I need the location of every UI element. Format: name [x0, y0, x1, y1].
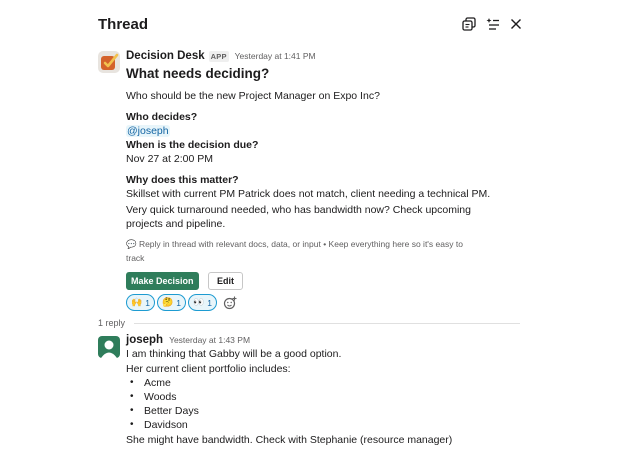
due-value: Nov 27 at 2:00 PM: [126, 153, 213, 165]
decision-desk-logo-icon: [101, 53, 119, 70]
close-icon: [511, 19, 521, 29]
reply-count: 1 reply: [98, 318, 126, 328]
bullet-dot: •: [130, 391, 134, 402]
parent-message-meta: Decision Desk APP Yesterday at 1:41 PM: [126, 50, 316, 62]
reply-hint: 💬 Reply in thread with relevant docs, da…: [126, 239, 463, 249]
make-decision-button[interactable]: Make Decision: [126, 272, 199, 290]
reaction-count: 1: [176, 297, 181, 308]
thread-header: Thread: [0, 0, 620, 48]
eyes-icon: 👀: [193, 297, 205, 308]
list-item: Acme: [144, 377, 171, 389]
reaction-count: 1: [145, 297, 150, 308]
why-line: Skillset with current PM Patrick does no…: [126, 188, 491, 200]
reply-line: I am thinking that Gabby will be a good …: [126, 348, 342, 360]
joseph-avatar[interactable]: [98, 336, 120, 358]
reaction-raised-hands[interactable]: 🙌 1: [126, 294, 155, 311]
reply-hint: track: [126, 253, 145, 263]
ai-summary-icon: [486, 18, 499, 30]
who-decides-value: @joseph: [126, 124, 170, 138]
decision-heading: What needs deciding?: [126, 66, 270, 81]
bullet-dot: •: [130, 419, 134, 430]
thinking-face-icon: 🤔: [162, 297, 174, 308]
who-decides-label: Who decides?: [126, 111, 198, 123]
app-badge: APP: [208, 50, 229, 62]
default-user-icon: [101, 340, 117, 358]
message-timestamp[interactable]: Yesterday at 1:41 PM: [235, 51, 316, 61]
reaction-count: 1: [207, 297, 212, 308]
add-reaction-icon: [223, 296, 237, 310]
why-line: Very quick turnaround needed, who has ba…: [126, 204, 471, 216]
author-name[interactable]: Decision Desk: [126, 50, 205, 62]
close-button[interactable]: [506, 14, 526, 34]
bullet-dot: •: [130, 405, 134, 416]
author-name[interactable]: joseph: [126, 334, 163, 346]
list-item: Better Days: [144, 405, 199, 417]
list-item: Davidson: [144, 419, 188, 431]
due-label: When is the decision due?: [126, 139, 259, 151]
why-line: projects and pipeline.: [126, 218, 226, 230]
ai-summary-button[interactable]: [483, 14, 503, 34]
raised-hands-icon: 🙌: [131, 297, 143, 308]
bullet-dot: •: [130, 377, 134, 388]
open-in-channel-button[interactable]: [459, 14, 479, 34]
decision-desk-avatar[interactable]: [98, 51, 120, 73]
reply-closing-line: She might have bandwidth. Check with Ste…: [126, 434, 453, 446]
message-timestamp[interactable]: Yesterday at 1:43 PM: [169, 335, 250, 345]
reaction-eyes[interactable]: 👀 1: [188, 294, 217, 311]
reaction-thinking[interactable]: 🤔 1: [157, 294, 186, 311]
open-in-channel-icon: [462, 17, 476, 31]
reply-line: Her current client portfolio includes:: [126, 363, 291, 375]
user-mention[interactable]: @joseph: [126, 125, 170, 137]
edit-button[interactable]: Edit: [208, 272, 243, 290]
replies-divider: [134, 323, 520, 324]
reply-message-meta: joseph Yesterday at 1:43 PM: [126, 334, 250, 346]
list-item: Woods: [144, 391, 177, 403]
add-reaction-button[interactable]: [222, 295, 238, 311]
why-label: Why does this matter?: [126, 174, 239, 186]
thread-title: Thread: [98, 16, 149, 33]
decision-question: Who should be the new Project Manager on…: [126, 90, 380, 102]
